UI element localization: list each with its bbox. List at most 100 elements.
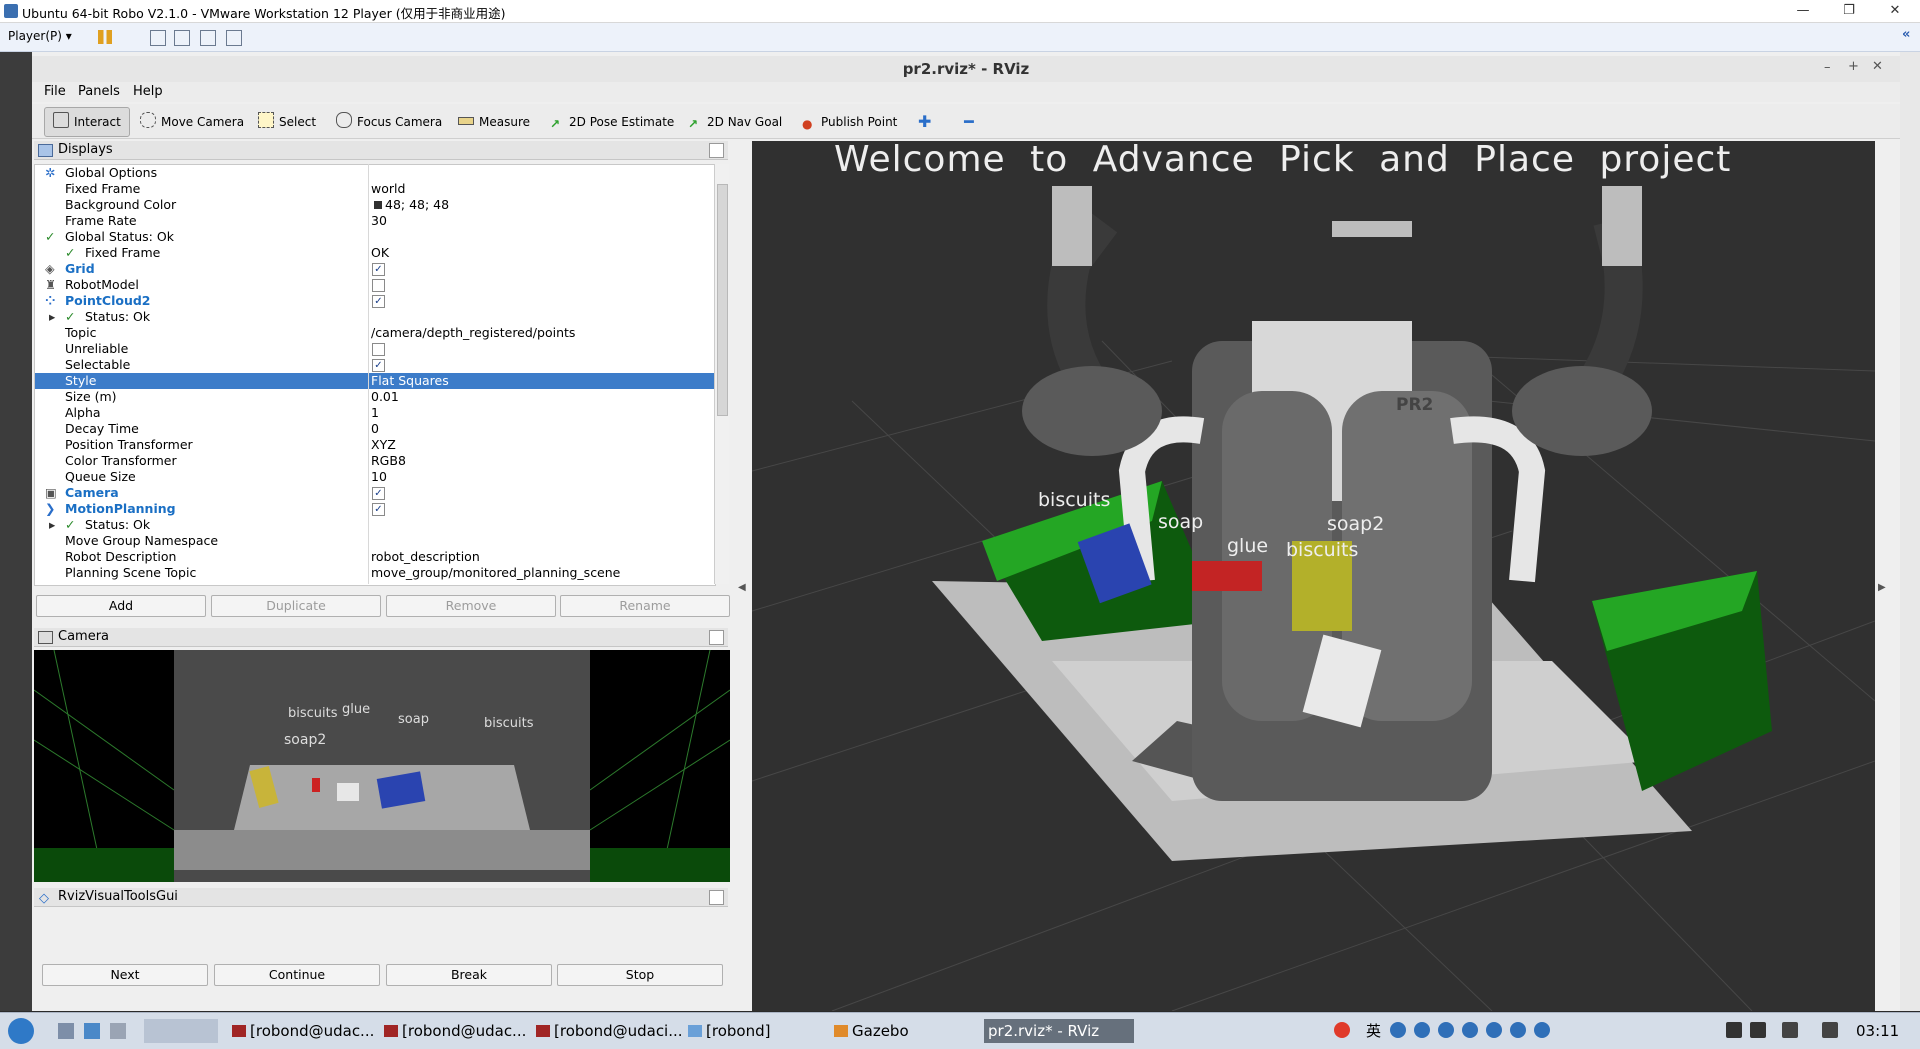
tree-row-pointcloud-status[interactable]: ▸ ✓ Status: Ok (35, 309, 715, 325)
displays-scrollbar[interactable] (714, 164, 729, 584)
volume-icon[interactable] (1726, 1022, 1742, 1038)
scrollbar-thumb[interactable] (717, 184, 728, 416)
skin-icon[interactable] (1510, 1022, 1526, 1038)
tree-row-background-color[interactable]: Background Color 48; 48; 48 (35, 197, 715, 213)
tree-row-robotmodel[interactable]: ♜ RobotModel (35, 277, 715, 293)
collapse-right-icon[interactable]: ▶ (1878, 582, 1886, 593)
tree-row-size[interactable]: Size (m) 0.01 (35, 389, 715, 405)
tree-row-frame-rate[interactable]: Frame Rate 30 (35, 213, 715, 229)
tree-row-fixed-frame-status[interactable]: ✓ Fixed Frame OK (35, 245, 715, 261)
close-button[interactable]: ✕ (1872, 0, 1918, 22)
pointcloud2-enabled-checkbox[interactable]: ✓ (372, 295, 385, 308)
punctuation-icon[interactable] (1390, 1022, 1406, 1038)
tool-2d-pose-estimate[interactable]: ↗ 2D Pose Estimate (550, 112, 674, 132)
show-desktop-icon[interactable] (58, 1023, 74, 1039)
duplicate-display-button[interactable]: Duplicate (211, 595, 381, 617)
keyboard-icon[interactable] (1462, 1022, 1478, 1038)
send-keys-icon[interactable] (150, 30, 166, 46)
taskbar-terminal-2[interactable]: [robond@udac... (384, 1019, 526, 1043)
expand-arrow-icon[interactable]: ▸ (49, 517, 55, 533)
emoji-icon[interactable] (1414, 1022, 1430, 1038)
tree-row-style[interactable]: Style Flat Squares (35, 373, 715, 389)
tree-row-selectable[interactable]: Selectable ✓ (35, 357, 715, 373)
chevron-left-icon[interactable]: « (1902, 27, 1916, 42)
camera-float-button[interactable] (709, 630, 724, 645)
render-3d-view[interactable]: Welcome to Advance Pick and Place projec… (752, 141, 1875, 1011)
collapse-left-icon[interactable]: ◀ (738, 582, 746, 593)
start-menu-icon[interactable] (8, 1018, 34, 1044)
tree-row-robot-description[interactable]: Robot Description robot_description (35, 549, 715, 565)
restore-button[interactable]: ❐ (1826, 0, 1872, 22)
tool-publish-point[interactable]: ● Publish Point (802, 112, 897, 132)
menu-file[interactable]: File (44, 84, 66, 99)
tree-row-fixed-frame[interactable]: Fixed Frame world (35, 181, 715, 197)
tree-row-pointcloud2[interactable]: ⁘ PointCloud2 ✓ (35, 293, 715, 309)
menu-help[interactable]: Help (133, 84, 163, 99)
minimize-button[interactable]: — (1780, 0, 1826, 22)
rviz-minimize-button[interactable]: – (1824, 60, 1831, 75)
tool-move-camera[interactable]: Move Camera (140, 112, 244, 132)
player-menu[interactable]: Player(P) ▾ (8, 29, 72, 43)
tool-focus-camera[interactable]: Focus Camera (336, 112, 442, 132)
network-icon[interactable] (1782, 1022, 1798, 1038)
tool-measure[interactable]: Measure (458, 112, 530, 132)
tree-row-camera[interactable]: ▣ Camera ✓ (35, 485, 715, 501)
tree-row-unreliable[interactable]: Unreliable (35, 341, 715, 357)
grid-enabled-checkbox[interactable]: ✓ (372, 263, 385, 276)
robotmodel-enabled-checkbox[interactable] (372, 279, 385, 292)
taskbar-folder[interactable]: [robond] (688, 1019, 770, 1043)
rvt-float-button[interactable] (709, 890, 724, 905)
tool-select[interactable]: Select (258, 112, 316, 132)
microphone-icon[interactable] (1438, 1022, 1454, 1038)
tools-icon[interactable] (1534, 1022, 1550, 1038)
remove-tool-icon[interactable]: ━ (964, 112, 974, 132)
workspace-switcher[interactable] (144, 1019, 218, 1043)
tree-row-planning-scene-topic[interactable]: Planning Scene Topic move_group/monitored… (35, 565, 715, 581)
expand-arrow-icon[interactable]: ▸ (49, 309, 55, 325)
tree-row-decay-time[interactable]: Decay Time 0 (35, 421, 715, 437)
displays-float-button[interactable] (709, 143, 724, 158)
unity-icon[interactable] (226, 30, 242, 46)
tree-row-grid[interactable]: ◈ Grid ✓ (35, 261, 715, 277)
tree-row-queue-size[interactable]: Queue Size 10 (35, 469, 715, 485)
menu-panels[interactable]: Panels (78, 84, 120, 99)
file-manager-icon[interactable] (84, 1023, 100, 1039)
taskbar-terminal-3[interactable]: [robond@udaci... (536, 1019, 683, 1043)
tree-row-motionplanning[interactable]: ❯ MotionPlanning ✓ (35, 501, 715, 517)
tree-row-topic[interactable]: Topic/camera/depth_registered/points (35, 325, 715, 341)
ime-logo-icon[interactable] (1334, 1022, 1350, 1038)
removable-devices-icon[interactable] (174, 30, 190, 46)
selectable-checkbox[interactable]: ✓ (372, 359, 385, 372)
rviz-maximize-button[interactable]: + (1848, 59, 1859, 74)
camera-view[interactable]: biscuits glue soap biscuits soap2 (34, 650, 730, 882)
tree-row-global-options[interactable]: ✲ Global Options (35, 165, 715, 181)
tree-row-position-transformer[interactable]: Position Transformer XYZ (35, 437, 715, 453)
fullscreen-icon[interactable] (200, 30, 216, 46)
pause-icon[interactable] (98, 30, 112, 44)
tree-row-alpha[interactable]: Alpha 1 (35, 405, 715, 421)
rename-display-button[interactable]: Rename (560, 595, 730, 617)
motionplanning-enabled-checkbox[interactable]: ✓ (372, 503, 385, 516)
ime-language-indicator[interactable]: 英 (1366, 1019, 1381, 1043)
unreliable-checkbox[interactable] (372, 343, 385, 356)
taskbar-terminal-1[interactable]: [robond@udac... (232, 1019, 374, 1043)
power-icon[interactable] (1750, 1022, 1766, 1038)
user-icon[interactable] (1486, 1022, 1502, 1038)
continue-button[interactable]: Continue (214, 964, 380, 986)
taskbar-rviz[interactable]: pr2.rviz* - RViz (984, 1019, 1134, 1043)
tree-row-color-transformer[interactable]: Color Transformer RGB8 (35, 453, 715, 469)
taskbar-gazebo[interactable]: Gazebo (834, 1019, 909, 1043)
camera-enabled-checkbox[interactable]: ✓ (372, 487, 385, 500)
window-list-icon[interactable] (110, 1023, 126, 1039)
rviz-close-button[interactable]: ✕ (1872, 59, 1883, 74)
tool-interact[interactable]: Interact (44, 107, 130, 137)
tree-row-motionplanning-status[interactable]: ▸ ✓ Status: Ok (35, 517, 715, 533)
stop-button[interactable]: Stop (557, 964, 723, 986)
tree-row-move-group-namespace[interactable]: Move Group Namespace (35, 533, 715, 549)
add-display-button[interactable]: Add (36, 595, 206, 617)
add-tool-icon[interactable]: ✚ (918, 112, 931, 132)
remove-display-button[interactable]: Remove (386, 595, 556, 617)
next-button[interactable]: Next (42, 964, 208, 986)
break-button[interactable]: Break (386, 964, 552, 986)
tree-row-global-status[interactable]: ✓ Global Status: Ok (35, 229, 715, 245)
